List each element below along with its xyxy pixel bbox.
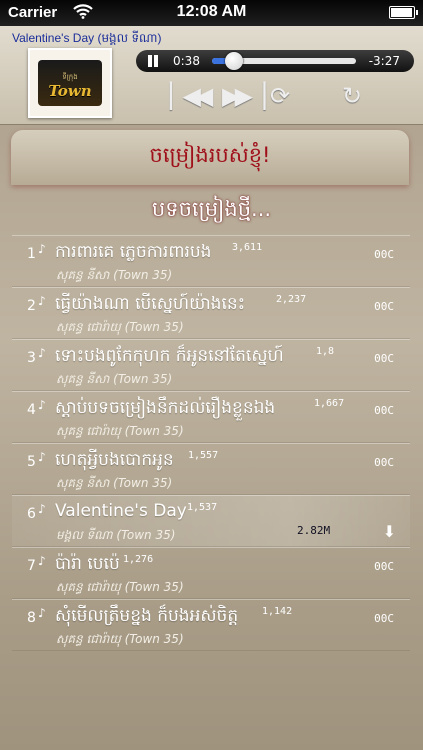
player-panel: Valentine's Day (មង្គល ទីណា) ទីក្រុង Tow… xyxy=(0,26,423,125)
repeat-icon[interactable]: ⟳ xyxy=(270,82,290,110)
song-title: ធ្វើយ៉ាងណា បើស្នេហ៍យ៉ាងនេះ xyxy=(55,294,246,314)
song-row[interactable]: 3 ♪ ទោះបងពូកែកុហក ក៏អូននៅតែស្នេហ៍ 1,8 សុគន្ធ… xyxy=(12,339,410,391)
song-number: 4 xyxy=(27,402,36,418)
song-number: 3 xyxy=(27,350,36,366)
song-title: សុំមើលត្រឹមខ្នង ក៏បងអស់ចិត្ត xyxy=(55,606,239,626)
refresh-icon[interactable]: ↻ xyxy=(342,82,362,110)
battery-icon xyxy=(389,6,418,19)
song-size: 00C xyxy=(374,560,394,573)
next-track-button[interactable]: ▶▶▕ xyxy=(222,82,265,110)
music-note-icon: ♪ xyxy=(38,294,46,308)
song-row[interactable]: 2 ♪ ធ្វើយ៉ាងណា បើស្នេហ៍យ៉ាងនេះ 2,237 សុគន្ធ … xyxy=(12,287,410,339)
seek-thumb[interactable] xyxy=(225,52,244,70)
song-row[interactable]: 5 ♪ ហេតុអ្វីបងបោកអូន 1,557 សុគន្ធ នីសា (Town… xyxy=(12,443,410,495)
download-icon[interactable]: ⬇ xyxy=(383,522,396,541)
song-size: 00C xyxy=(374,248,394,261)
song-size: 00C xyxy=(374,456,394,469)
song-artist: សុគន្ធ នីសា (Town 35) xyxy=(56,476,173,490)
song-title: ទោះបងពូកែកុហក ក៏អូននៅតែស្នេហ៍ xyxy=(55,346,284,366)
song-title: Valentine's Day xyxy=(55,501,187,521)
song-artist: សុគន្ធ ជោរ៉ាយុ (Town 35) xyxy=(56,424,184,438)
elapsed-time: 0:38 xyxy=(173,54,200,68)
tab-label: ចម្រៀងរបស់ខ្ញុំ! xyxy=(149,143,271,167)
play-count: 1,142 xyxy=(262,606,293,617)
remaining-time: -3:27 xyxy=(368,54,400,68)
song-title: ស្តាប់បទចម្រៀងនឹកដល់រឿងខ្លួនឯង xyxy=(55,398,276,418)
song-artist: សុគន្ធ ជោរ៉ាយុ (Town 35) xyxy=(56,320,184,334)
song-list: 1 ♪ ការពារគេ ភ្លេចការពារបង 3,611 សុគន្ធ នីសា… xyxy=(12,235,410,651)
play-count: 1,557 xyxy=(188,450,219,461)
song-number: 2 xyxy=(27,298,36,314)
now-playing-title: Valentine's Day (មង្គល ទីណា) xyxy=(12,31,162,45)
song-size: 00C xyxy=(374,612,394,625)
status-bar: Carrier 12:08 AM xyxy=(0,0,423,26)
play-count: 2,237 xyxy=(276,294,307,305)
song-row[interactable]: 7 ♪ ប៉ារ៉ា បេប៉េ 1,276 សុគន្ធ ជោរ៉ាយុ (Town … xyxy=(12,547,410,599)
clock: 12:08 AM xyxy=(176,3,247,20)
play-count: 3,611 xyxy=(232,242,263,253)
song-row[interactable]: 1 ♪ ការពារគេ ភ្លេចការពារបង 3,611 សុគន្ធ នីសា… xyxy=(12,235,410,287)
pause-button[interactable] xyxy=(147,55,159,67)
music-note-icon: ♪ xyxy=(38,242,46,256)
play-count: 1,537 xyxy=(187,502,218,513)
song-row[interactable]: 6 ♪ Valentine's Day 1,537 មង្គល ទីណា (Town 3… xyxy=(12,495,410,547)
progress-bar: 0:38 -3:27 xyxy=(136,50,414,72)
song-artist: សុគន្ធ ជោរ៉ាយុ (Town 35) xyxy=(56,580,184,594)
section-title: បទចម្រៀងថ្មី... xyxy=(151,197,272,221)
play-count: 1,667 xyxy=(314,398,345,409)
album-logo: Town xyxy=(48,82,92,100)
music-note-icon: ♪ xyxy=(38,346,46,360)
song-row[interactable]: 8 ♪ សុំមើលត្រឹមខ្នង ក៏បងអស់ចិត្ត 1,142 សុគន្… xyxy=(12,599,410,651)
song-artist: មង្គល ទីណា (Town 35) xyxy=(56,528,176,542)
music-note-icon: ♪ xyxy=(38,398,46,412)
music-note-icon: ♪ xyxy=(38,450,46,464)
song-artist: សុគន្ធ ជោរ៉ាយុ (Town 35) xyxy=(56,632,184,646)
song-artist: សុគន្ធ នីសា (Town 35) xyxy=(56,372,173,386)
music-note-icon: ♪ xyxy=(38,554,46,568)
song-size: 00C xyxy=(374,352,394,365)
song-row[interactable]: 4 ♪ ស្តាប់បទចម្រៀងនឹកដល់រឿងខ្លួនឯង 1,667 សុគ… xyxy=(12,391,410,443)
album-art[interactable]: ទីក្រុង Town xyxy=(28,48,112,118)
song-size: 00C xyxy=(374,300,394,313)
play-count: 1,276 xyxy=(123,554,154,565)
song-size: 00C xyxy=(374,404,394,417)
song-title: ហេតុអ្វីបងបោកអូន xyxy=(55,450,174,470)
song-number: 5 xyxy=(27,454,36,470)
song-number: 8 xyxy=(27,610,36,626)
previous-track-button[interactable]: ▏◀◀ xyxy=(170,82,213,110)
song-title: ការពារគេ ភ្លេចការពារបង xyxy=(55,242,212,262)
play-count: 1,8 xyxy=(316,346,335,357)
song-number: 7 xyxy=(27,558,36,574)
music-note-icon: ♪ xyxy=(38,502,46,516)
song-title: ប៉ារ៉ា បេប៉េ xyxy=(55,554,120,574)
song-artist: សុគន្ធ នីសា (Town 35) xyxy=(56,268,173,282)
my-songs-tab[interactable]: ចម្រៀងរបស់ខ្ញុំ! xyxy=(11,130,409,185)
song-number: 6 xyxy=(27,506,36,522)
file-size: 2.82M xyxy=(297,524,331,537)
song-number: 1 xyxy=(27,246,36,262)
music-note-icon: ♪ xyxy=(38,606,46,620)
